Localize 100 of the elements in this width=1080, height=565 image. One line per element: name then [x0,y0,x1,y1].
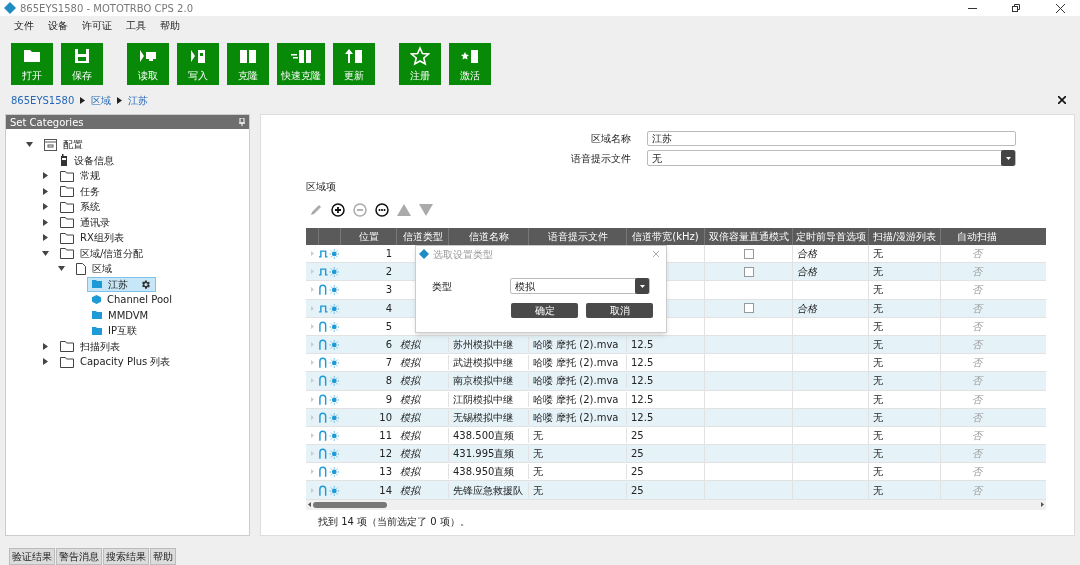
table-cell-text: 否 [971,247,982,262]
pin-icon[interactable] [239,118,245,126]
row-expand-icon[interactable] [310,451,314,457]
table-row[interactable]: 12 模拟 431.995直频 无 25 无 否 [306,445,1046,464]
tree-item[interactable]: 扫描列表 [55,338,125,354]
analog-channel-icon [318,447,340,461]
breadcrumb-link[interactable]: 865EYS1580 [11,92,75,108]
scroll-right-icon[interactable] [1041,502,1044,508]
tree-item[interactable]: MMDVM [87,307,154,323]
voice-file-dropdown[interactable]: 无 [647,150,1016,166]
minimize-icon[interactable] [967,7,977,9]
tree-item[interactable]: 常规 [55,168,105,184]
collapse-arrow-icon[interactable] [41,250,49,256]
toolbar-button[interactable]: 打开 [11,43,53,85]
expand-arrow-icon[interactable] [42,203,48,211]
row-expand-icon[interactable] [310,487,314,493]
toolbar-button[interactable]: 读取 [127,43,169,85]
menu-item[interactable]: 文件 [14,17,34,33]
dialog-button[interactable]: 确定 [511,303,578,318]
checkbox[interactable] [743,248,754,259]
table-cell-text: 4 [384,301,393,316]
tree-item[interactable]: Channel Pool [87,292,177,308]
row-expand-icon[interactable] [310,342,314,348]
row-expand-icon[interactable] [310,323,314,329]
menu-item[interactable]: 设备 [48,17,68,33]
close-icon[interactable] [1058,96,1066,104]
row-expand-icon[interactable] [310,305,314,311]
dialog-title: 选取设置类型 [433,247,493,262]
toolbar-button[interactable]: 保存 [61,43,103,85]
checkbox[interactable] [743,303,754,314]
more-icon[interactable] [375,203,389,217]
bottom-tab[interactable]: 警告消息 [56,548,102,565]
expand-arrow-icon[interactable] [42,172,48,180]
expand-arrow-icon[interactable] [42,358,48,366]
checkbox[interactable] [743,266,754,277]
tree-item[interactable]: 通讯录 [55,214,115,230]
horizontal-scrollbar[interactable] [306,499,1046,510]
table-cell-text: 3 [384,283,393,298]
move-up-icon[interactable] [397,204,411,216]
tree-item[interactable]: IP互联 [87,323,142,339]
table-cell: 25 [631,484,644,496]
row-expand-icon[interactable] [310,432,314,438]
bottom-tab[interactable]: 搜索结果 [103,548,149,565]
expand-arrow-icon[interactable] [42,187,48,195]
tree-item[interactable]: 区域 [71,261,117,277]
row-expand-icon[interactable] [310,360,314,366]
tree-item[interactable]: 区域/信道分配 [55,245,149,261]
type-dropdown[interactable]: 模拟 [510,278,650,294]
expand-arrow-icon[interactable] [42,218,48,226]
move-down-icon[interactable] [419,204,433,216]
toolbar-button[interactable]: 写入 [177,43,219,85]
table-row[interactable]: 14 模拟 先锋应急救援队 无 25 无 否 [306,481,1046,500]
tree-item[interactable]: 设备信息 [55,152,119,168]
menu-item[interactable]: 许可证 [82,17,112,33]
table-row[interactable]: 8 模拟 南京模拟中继 哈喽 摩托 (2).mva 12.5 无 否 [306,372,1046,391]
toolbar-button[interactable]: 快速克隆 [277,43,325,85]
toolbar-button[interactable]: 克隆 [227,43,269,85]
menu-item[interactable]: 帮助 [160,17,180,33]
gear-icon[interactable] [140,278,151,290]
row-expand-icon[interactable] [310,287,314,293]
menu-item[interactable]: 工具 [126,17,146,33]
table-row[interactable]: 7 模拟 武进模拟中继 哈喽 摩托 (2).mva 12.5 无 否 [306,354,1046,373]
table-cell-text: 否 [971,410,982,425]
row-expand-icon[interactable] [310,414,314,420]
close-icon[interactable] [1055,3,1065,13]
toolbar-button[interactable]: 更新 [333,43,375,85]
tree-item[interactable]: 任务 [55,183,105,199]
row-expand-icon[interactable] [310,469,314,475]
table-row[interactable]: 13 模拟 438.950直频 无 25 无 否 [306,463,1046,482]
tree-item[interactable]: 系统 [55,199,105,215]
row-expand-icon[interactable] [310,269,314,275]
tree-item[interactable]: Capacity Plus 列表 [55,354,176,370]
tree-item[interactable]: 配置 [39,137,88,153]
restore-icon[interactable] [1012,4,1020,12]
table-cell: 哈喽 摩托 (2).mva [533,393,619,405]
remove-icon[interactable] [353,203,367,217]
folder-icon [60,200,74,213]
dialog-button[interactable]: 取消 [586,303,653,318]
expand-arrow-icon[interactable] [42,234,48,242]
pencil-icon[interactable] [309,203,323,217]
scroll-left-icon[interactable] [308,502,311,508]
table-cell: 12.5 [631,393,654,405]
table-cell-text: 否 [971,447,982,462]
breadcrumb-link[interactable]: 江苏 [128,92,149,108]
row-expand-icon[interactable] [310,251,314,257]
expand-arrow-icon[interactable] [42,342,48,350]
breadcrumb-link[interactable]: 区域 [91,92,112,108]
bottom-tab[interactable]: 验证结果 [9,548,55,565]
add-icon[interactable] [331,203,345,217]
row-expand-icon[interactable] [310,378,314,384]
table-cell: 武进模拟中继 [453,357,513,369]
collapse-arrow-icon[interactable] [25,142,33,148]
toolbar-button[interactable]: 注册 [399,43,441,85]
tree-item[interactable]: 江苏 [87,276,156,292]
zone-name-field[interactable]: 江苏 [647,131,1016,146]
toolbar-button[interactable]: 激活 [449,43,491,85]
row-expand-icon[interactable] [310,396,314,402]
tree-item[interactable]: RX组列表 [55,230,129,246]
collapse-arrow-icon[interactable] [57,266,65,272]
bottom-tab[interactable]: 帮助 [150,548,176,565]
